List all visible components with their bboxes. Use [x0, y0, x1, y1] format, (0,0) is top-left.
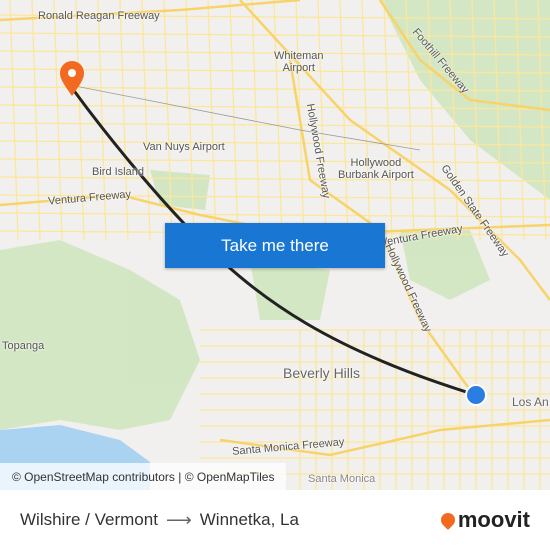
destination-name: Winnetka, La [199, 510, 299, 529]
label-topanga: Topanga [2, 340, 45, 352]
arrow-right-icon: ⟶ [165, 509, 192, 530]
label-burbank: Hollywood Burbank Airport [338, 157, 414, 181]
label-santa-monica: Santa Monica [308, 473, 376, 485]
footer: Wilshire / Vermont ⟶ Winnetka, La moovit [0, 490, 550, 550]
route-summary: Wilshire / Vermont ⟶ Winnetka, La [20, 510, 299, 531]
label-bird-island: Bird Island [92, 166, 144, 178]
map[interactable]: Ronald Reagan Freeway Whiteman Airport F… [0, 0, 550, 490]
origin-name: Wilshire / Vermont [20, 510, 158, 529]
brand-name: moovit [457, 507, 530, 532]
moovit-logo[interactable]: moovit [437, 507, 530, 533]
label-whiteman: Whiteman Airport [274, 50, 324, 74]
label-ronald-reagan: Ronald Reagan Freeway [38, 10, 160, 22]
destination-pin-icon[interactable] [60, 61, 84, 96]
origin-marker[interactable] [465, 384, 487, 406]
label-los-angeles: Los An [512, 395, 549, 409]
take-me-there-button[interactable]: Take me there [165, 223, 385, 268]
label-beverly-hills: Beverly Hills [283, 365, 361, 381]
label-van-nuys: Van Nuys Airport [143, 141, 225, 153]
rail-line [69, 84, 421, 151]
moovit-pin-icon [437, 510, 458, 530]
map-attribution[interactable]: © OpenStreetMap contributors | © OpenMap… [0, 463, 287, 490]
